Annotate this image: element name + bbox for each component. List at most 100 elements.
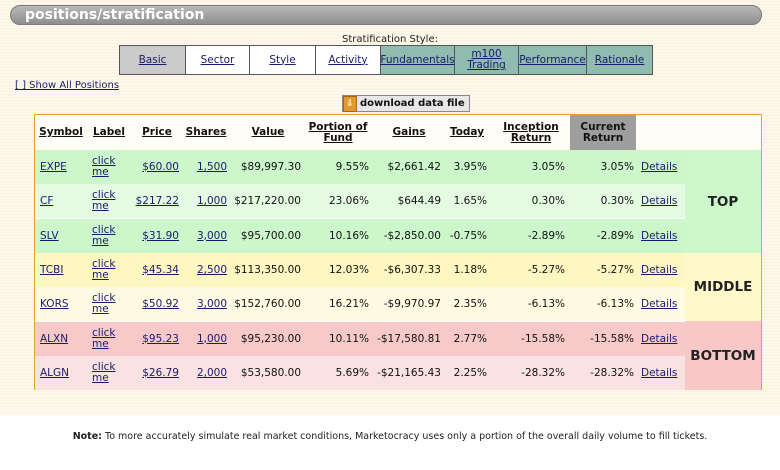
gains-cell: $2,661.42 — [387, 161, 441, 173]
table-row: EXPE click me $60.00 1,500 $89,997.30 9.55% $2… — [35, 150, 685, 184]
current-return-cell: -2.89% — [596, 229, 634, 242]
portion-cell: 9.55% — [335, 161, 369, 173]
footer-note: Note: To more accurately simulate real m… — [0, 431, 780, 443]
current-return-cell: -5.27% — [596, 263, 634, 276]
value-cell: $95,700.00 — [240, 229, 301, 242]
table-header: Symbol Label Price Shares Value Portion … — [35, 115, 761, 150]
tab-sector[interactable]: Sector — [186, 46, 250, 74]
header-symbol[interactable]: Symbol — [39, 115, 83, 150]
price-link[interactable]: $217.22 — [131, 184, 179, 218]
label-link[interactable]: click me — [92, 356, 118, 390]
inception-return-cell: -28.32% — [521, 366, 565, 379]
portion-cell: 16.21% — [328, 298, 369, 311]
details-link[interactable]: Details — [641, 253, 683, 287]
shares-link[interactable]: 1,000 — [185, 184, 227, 218]
value-cell: $95,230.00 — [240, 332, 301, 345]
price-link[interactable]: $95.23 — [131, 322, 179, 356]
price-link[interactable]: $60.00 — [131, 150, 179, 184]
symbol-link[interactable]: TCBI — [40, 253, 80, 287]
price-link[interactable]: $45.34 — [131, 253, 179, 287]
price-link[interactable]: $31.90 — [131, 219, 179, 253]
inception-return-cell: -6.13% — [527, 298, 565, 311]
symbol-link[interactable]: ALGN — [40, 356, 80, 390]
current-return-cell: -6.13% — [596, 298, 634, 311]
tab-basic[interactable]: Basic — [120, 46, 186, 74]
tab-rationale[interactable]: Rationale — [587, 46, 652, 74]
stratification-style-label: Stratification Style: — [342, 34, 438, 45]
details-link[interactable]: Details — [641, 150, 683, 184]
label-link[interactable]: click me — [92, 253, 118, 287]
main-panel: positions/stratification Stratification … — [0, 0, 780, 415]
details-link[interactable]: Details — [641, 184, 683, 218]
label-link[interactable]: click me — [92, 184, 118, 218]
header-shares[interactable]: Shares — [183, 115, 229, 150]
current-return-cell: 0.30% — [600, 195, 634, 208]
tab-performance[interactable]: Performance — [519, 46, 587, 74]
header-label[interactable]: Label — [91, 115, 127, 150]
portion-cell: 10.16% — [328, 229, 369, 242]
value-cell: $113,350.00 — [234, 263, 301, 276]
header-today[interactable]: Today — [445, 115, 489, 150]
today-cell: 3.95% — [453, 161, 487, 173]
price-link[interactable]: $26.79 — [131, 356, 179, 390]
today-cell: 2.35% — [453, 298, 487, 311]
tab-style[interactable]: Style — [250, 46, 316, 74]
label-link[interactable]: click me — [92, 287, 118, 321]
download-file-icon: ⇩ — [343, 95, 357, 112]
portion-cell: 23.06% — [328, 195, 369, 208]
today-cell: 1.18% — [453, 263, 487, 276]
price-link[interactable]: $50.92 — [131, 287, 179, 321]
inception-return-cell: -5.27% — [527, 263, 565, 276]
details-link[interactable]: Details — [641, 219, 683, 253]
positions-table: Symbol Label Price Shares Value Portion … — [34, 114, 762, 390]
header-gains[interactable]: Gains — [380, 115, 438, 150]
header-portion-of-fund[interactable]: Portion of Fund — [305, 115, 371, 150]
portion-cell: 12.03% — [328, 263, 369, 276]
label-link[interactable]: click me — [92, 322, 118, 356]
details-link[interactable]: Details — [641, 287, 683, 321]
details-link[interactable]: Details — [641, 322, 683, 356]
tab-activity[interactable]: Activity — [316, 46, 381, 74]
group-top-label: TOP — [685, 150, 761, 253]
value-cell: $53,580.00 — [240, 366, 301, 379]
symbol-link[interactable]: EXPE — [40, 150, 80, 184]
today-cell: 2.25% — [453, 366, 487, 379]
symbol-link[interactable]: ALXN — [40, 322, 80, 356]
table-row: ALGN click me $26.79 2,000 $53,580.00 5.69% -$… — [35, 355, 685, 390]
current-return-cell: -15.58% — [590, 332, 634, 345]
shares-link[interactable]: 3,000 — [185, 287, 227, 321]
symbol-link[interactable]: KORS — [40, 287, 80, 321]
value-cell: $152,760.00 — [234, 298, 301, 311]
shares-link[interactable]: 2,000 — [185, 356, 227, 390]
show-all-positions-link[interactable]: [ ] Show All Positions — [15, 80, 119, 91]
table-row: ALXN click me $95.23 1,000 $95,230.00 10.11% -… — [35, 321, 685, 356]
group-bottom-label: BOTTOM — [685, 321, 761, 390]
label-link[interactable]: click me — [92, 150, 118, 184]
shares-link[interactable]: 1,000 — [185, 322, 227, 356]
gains-cell: -$6,307.33 — [383, 263, 441, 276]
header-current-return[interactable]: Current Return — [570, 115, 636, 150]
title-bar: positions/stratification — [10, 5, 762, 25]
today-cell: 2.77% — [453, 332, 487, 345]
shares-link[interactable]: 1,500 — [185, 150, 227, 184]
table-row: CF click me $217.22 1,000 $217,220.00 23.06% $… — [35, 184, 685, 219]
header-value[interactable]: Value — [235, 115, 301, 150]
label-link[interactable]: click me — [92, 219, 118, 253]
shares-link[interactable]: 2,500 — [185, 253, 227, 287]
inception-return-cell: -15.58% — [521, 332, 565, 345]
shares-link[interactable]: 3,000 — [185, 219, 227, 253]
symbol-link[interactable]: SLV — [40, 219, 80, 253]
value-cell: $89,997.30 — [240, 161, 301, 173]
gains-cell: $644.49 — [397, 195, 441, 208]
details-link[interactable]: Details — [641, 356, 683, 390]
table-row: SLV click me $31.90 3,000 $95,700.00 10.16% -$… — [35, 218, 685, 253]
header-price[interactable]: Price — [133, 115, 181, 150]
header-inception-return[interactable]: Inception Return — [495, 115, 567, 150]
tab-m100-trading[interactable]: m100 Trading — [455, 46, 519, 74]
download-data-button[interactable]: ⇩ download data file — [342, 95, 470, 112]
portion-cell: 5.69% — [335, 366, 369, 379]
symbol-link[interactable]: CF — [40, 184, 80, 218]
tab-fundamentals[interactable]: Fundamentals — [380, 46, 455, 74]
current-return-cell: -28.32% — [590, 366, 634, 379]
stratification-tabs: Basic Sector Style Activity Fundamentals… — [119, 45, 653, 75]
